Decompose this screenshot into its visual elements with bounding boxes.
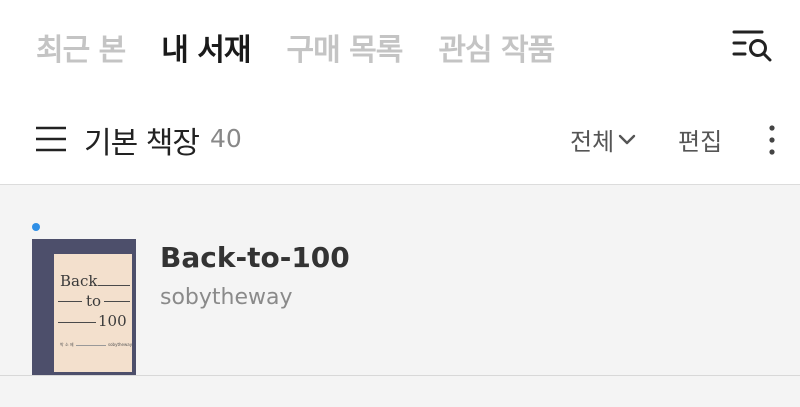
library-tabs: 최근 본 내 서재 구매 목록 관심 작품 bbox=[36, 22, 590, 72]
list-item[interactable]: Back to 100 박 소 제 sobytheway Back-to-100… bbox=[0, 185, 800, 375]
cover-small-right: sobytheway bbox=[108, 342, 133, 347]
search-list-icon bbox=[732, 30, 772, 62]
tab-my-library[interactable]: 내 서재 bbox=[161, 25, 251, 69]
more-options-button[interactable] bbox=[760, 122, 784, 158]
book-author: sobytheway bbox=[160, 285, 293, 310]
book-list: Back to 100 박 소 제 sobytheway Back-to-100… bbox=[0, 184, 800, 407]
shelf-title: 기본 책장 bbox=[84, 126, 200, 161]
cover-rule bbox=[58, 322, 96, 323]
book-title: Back-to-100 bbox=[160, 241, 350, 274]
cover-rule bbox=[76, 345, 106, 346]
cover-rule bbox=[98, 285, 130, 286]
filter-dropdown[interactable]: 전체 bbox=[570, 122, 636, 157]
filter-label: 전체 bbox=[570, 128, 615, 156]
cover-paper: Back to 100 박 소 제 sobytheway bbox=[54, 254, 132, 372]
new-badge-dot bbox=[32, 223, 40, 231]
list-divider bbox=[0, 375, 800, 376]
shelf-book-count: 40 bbox=[210, 124, 242, 153]
tab-purchases[interactable]: 구매 목록 bbox=[287, 25, 404, 69]
shelf-header: 기본 책장 40 전체 편집 bbox=[0, 100, 800, 184]
tab-recent[interactable]: 최근 본 bbox=[36, 25, 126, 69]
cover-rule bbox=[104, 301, 130, 302]
cover-word-to: to bbox=[86, 292, 102, 310]
cover-rule bbox=[58, 301, 82, 302]
chevron-down-icon bbox=[618, 134, 636, 144]
search-list-button[interactable] bbox=[728, 26, 776, 68]
tab-wishlist[interactable]: 관심 작품 bbox=[438, 25, 555, 69]
book-cover: Back to 100 박 소 제 sobytheway bbox=[32, 239, 136, 375]
cover-word-100: 100 bbox=[98, 312, 127, 330]
hamburger-menu-icon bbox=[36, 126, 66, 152]
more-vertical-icon bbox=[769, 125, 775, 155]
cover-word-back: Back bbox=[60, 272, 98, 290]
cover-small-left: 박 소 제 bbox=[60, 342, 74, 347]
edit-button[interactable]: 편집 bbox=[678, 122, 722, 157]
shelf-menu-button[interactable] bbox=[34, 122, 68, 156]
